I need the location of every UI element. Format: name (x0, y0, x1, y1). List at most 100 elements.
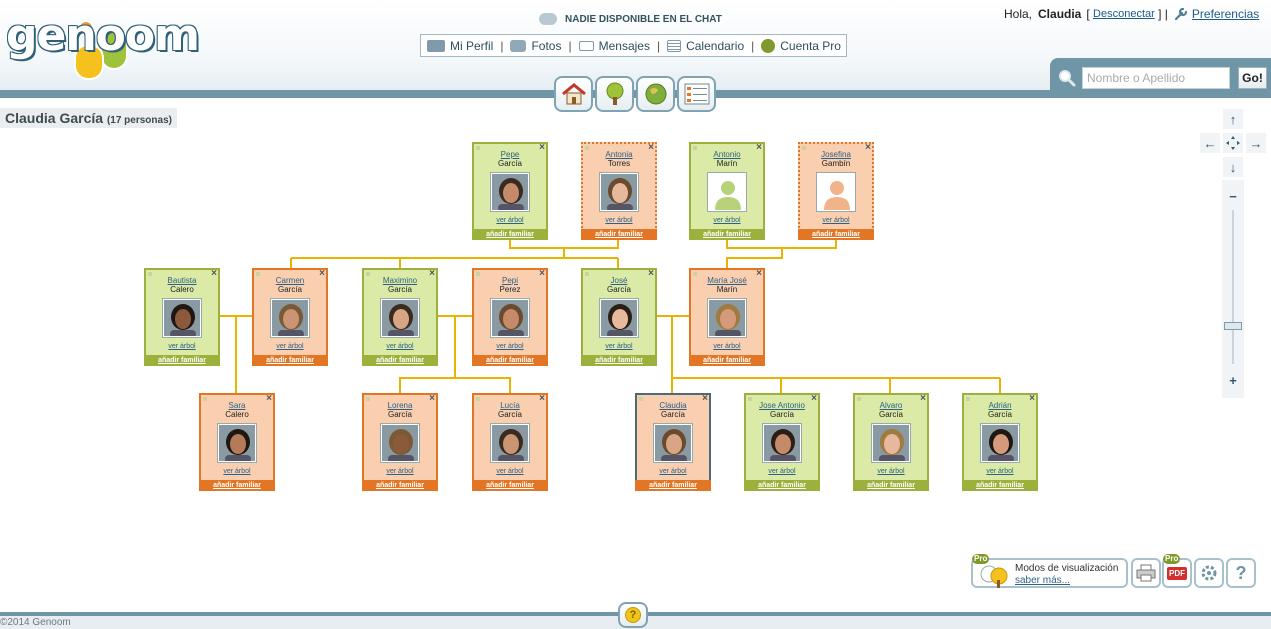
view-tree-link[interactable]: ver árbol (855, 468, 927, 475)
person-card[interactable]: × Maximino García ver árbol añadir familiar (362, 268, 438, 366)
person-card[interactable]: × Lucía García ver árbol añadir familiar (472, 393, 548, 491)
person-card[interactable]: × Pepe García ver árbol añadir familiar (472, 142, 548, 240)
menu-item-calendario[interactable]: Calendario (667, 39, 744, 53)
add-family-link[interactable]: añadir familiar (689, 229, 765, 240)
add-family-link[interactable]: añadir familiar (853, 480, 929, 491)
person-card[interactable]: × Lorena García ver árbol añadir familiar (362, 393, 438, 491)
view-tree-link[interactable]: ver árbol (364, 343, 436, 350)
add-family-link[interactable]: añadir familiar (581, 229, 657, 240)
pan-left-button[interactable]: ← (1200, 133, 1220, 153)
person-first-name[interactable]: Antonia (583, 150, 655, 159)
person-card[interactable]: × Bautista Calero ver árbol añadir familiar (144, 268, 220, 366)
person-first-name[interactable]: Pepi (474, 276, 546, 285)
person-photo[interactable] (654, 424, 692, 462)
person-card[interactable]: × Jose Antonio García ver árbol añadir famil… (744, 393, 820, 491)
zoom-in-button[interactable]: + (1223, 370, 1243, 390)
person-card[interactable]: × María José Marín ver árbol añadir familiar (689, 268, 765, 366)
remove-person-icon[interactable]: × (648, 142, 654, 153)
person-photo[interactable] (763, 424, 801, 462)
search-input[interactable] (1082, 67, 1230, 89)
pan-down-button[interactable]: ↓ (1223, 157, 1243, 177)
person-photo[interactable] (981, 424, 1019, 462)
person-card[interactable]: × Carmen García ver árbol añadir familiar (252, 268, 328, 366)
person-first-name[interactable]: Lorena (364, 401, 436, 410)
person-first-name[interactable]: Antonio (691, 150, 763, 159)
pan-right-button[interactable]: → (1246, 133, 1266, 153)
person-card[interactable]: × Sara Calero ver árbol añadir familiar (199, 393, 275, 491)
avatar-placeholder-icon[interactable] (817, 173, 855, 211)
remove-person-icon[interactable]: × (1029, 393, 1035, 404)
person-photo[interactable] (163, 299, 201, 337)
add-family-link[interactable]: añadir familiar (199, 480, 275, 491)
preferences-link[interactable]: Preferencias (1192, 7, 1259, 21)
person-first-name[interactable]: Josefina (800, 150, 872, 159)
person-card[interactable]: × Antonia Torres ver árbol añadir familiar (581, 142, 657, 240)
person-first-name[interactable]: Pepe (474, 150, 546, 159)
remove-person-icon[interactable]: × (648, 268, 654, 279)
person-photo[interactable] (600, 173, 638, 211)
pan-up-button[interactable]: ↑ (1223, 109, 1243, 129)
view-tree-link[interactable]: ver árbol (746, 468, 818, 475)
display-modes-button[interactable]: Modos de visualización saber más... (971, 558, 1128, 588)
add-family-link[interactable]: añadir familiar (252, 355, 328, 366)
remove-person-icon[interactable]: × (429, 393, 435, 404)
view-tree-link[interactable]: ver árbol (583, 343, 655, 350)
add-family-link[interactable]: añadir familiar (472, 355, 548, 366)
person-photo[interactable] (491, 299, 529, 337)
help-button[interactable]: ? (1226, 558, 1256, 588)
remove-person-icon[interactable]: × (319, 268, 325, 279)
view-tree-link[interactable]: ver árbol (691, 217, 763, 224)
person-first-name[interactable]: Carmen (254, 276, 326, 285)
view-tree-link[interactable]: ver árbol (474, 468, 546, 475)
settings-button[interactable] (1194, 558, 1224, 588)
chat-status[interactable]: NADIE DISPONIBLE EN EL CHAT (539, 11, 722, 27)
add-family-link[interactable]: añadir familiar (798, 229, 874, 240)
remove-person-icon[interactable]: × (539, 142, 545, 153)
add-family-link[interactable]: añadir familiar (635, 480, 711, 491)
add-family-link[interactable]: añadir familiar (472, 480, 548, 491)
person-photo[interactable] (381, 299, 419, 337)
person-first-name[interactable]: Claudia (637, 401, 709, 410)
view-tree-link[interactable]: ver árbol (254, 343, 326, 350)
list-view-button[interactable] (677, 76, 716, 112)
zoom-slider[interactable]: − + (1222, 180, 1244, 398)
person-photo[interactable] (708, 299, 746, 337)
search-go-button[interactable]: Go! (1238, 67, 1267, 89)
zoom-out-button[interactable]: − (1223, 186, 1243, 206)
genoom-logo[interactable]: genoom (6, 6, 200, 82)
remove-person-icon[interactable]: × (920, 393, 926, 404)
add-family-link[interactable]: añadir familiar (581, 355, 657, 366)
globe-view-button[interactable] (636, 76, 675, 112)
person-photo[interactable] (872, 424, 910, 462)
person-photo[interactable] (381, 424, 419, 462)
menu-item-cuenta-pro[interactable]: Cuenta Pro (761, 38, 841, 53)
view-tree-link[interactable]: ver árbol (474, 217, 546, 224)
remove-person-icon[interactable]: × (811, 393, 817, 404)
person-first-name[interactable]: Maximino (364, 276, 436, 285)
person-photo[interactable] (491, 424, 529, 462)
view-tree-link[interactable]: ver árbol (364, 468, 436, 475)
zoom-handle[interactable] (1224, 321, 1242, 330)
remove-person-icon[interactable]: × (756, 142, 762, 153)
person-first-name[interactable]: Bautista (146, 276, 218, 285)
view-tree-link[interactable]: ver árbol (800, 217, 872, 224)
add-family-link[interactable]: añadir familiar (144, 355, 220, 366)
home-button[interactable] (554, 76, 593, 112)
help-center-button[interactable]: ? (618, 602, 648, 628)
menu-item-fotos[interactable]: Fotos (510, 39, 561, 53)
add-family-link[interactable]: añadir familiar (744, 480, 820, 491)
person-first-name[interactable]: Lucía (474, 401, 546, 410)
person-card[interactable]: × Josefina Gambín ver árbol añadir familiar (798, 142, 874, 240)
person-card[interactable]: × Claudia García ver árbol añadir familiar (635, 393, 711, 491)
person-photo[interactable] (218, 424, 256, 462)
tree-view-button[interactable] (595, 76, 634, 112)
view-tree-link[interactable]: ver árbol (637, 468, 709, 475)
person-card[interactable]: × Antonio Marín ver árbol añadir familiar (689, 142, 765, 240)
person-photo[interactable] (600, 299, 638, 337)
add-family-link[interactable]: añadir familiar (472, 229, 548, 240)
person-card[interactable]: × José García ver árbol añadir familiar (581, 268, 657, 366)
view-tree-link[interactable]: ver árbol (146, 343, 218, 350)
print-button[interactable] (1131, 558, 1161, 588)
person-first-name[interactable]: Adrián (964, 401, 1036, 410)
menu-item-mensajes[interactable]: Mensajes (578, 39, 650, 53)
